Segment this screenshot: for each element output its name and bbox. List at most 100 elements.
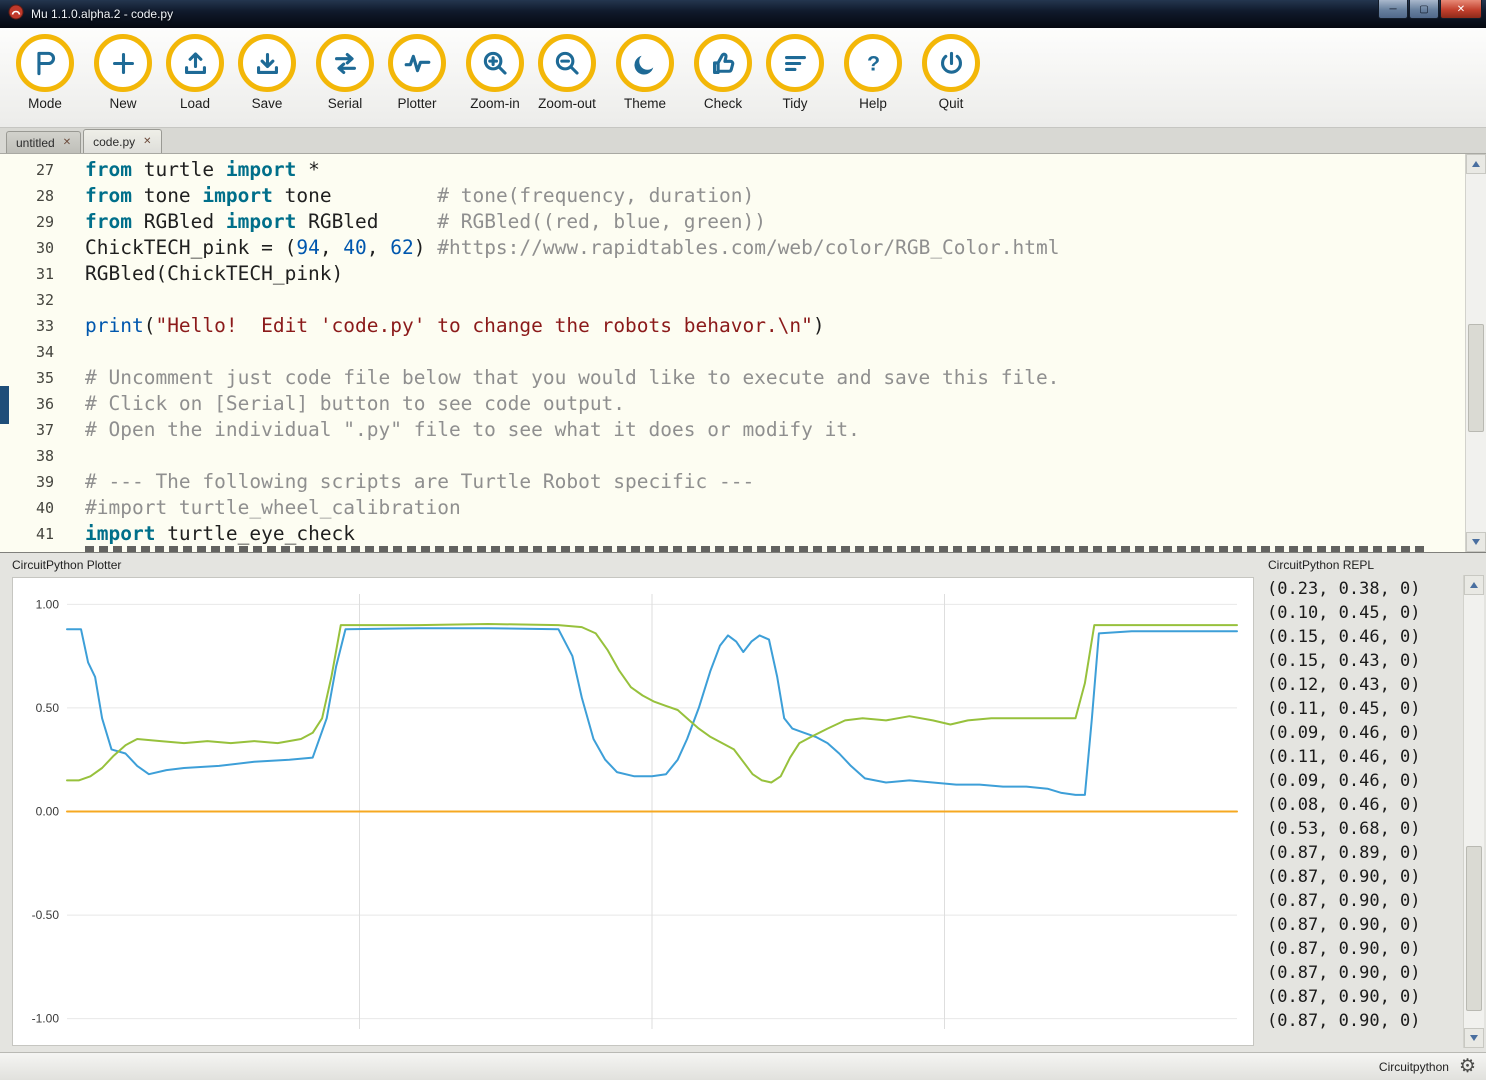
save-button[interactable]: Save xyxy=(234,34,300,111)
titlebar[interactable]: Mu 1.1.0.alpha.2 - code.py ─ ▢ ✕ xyxy=(0,0,1486,28)
code-line[interactable]: 40 #import turtle_wheel_calibration xyxy=(0,495,1486,521)
plotter-icon xyxy=(388,34,446,92)
code-line[interactable]: 31 RGBled(ChickTECH_pink) xyxy=(0,261,1486,287)
repl-scroll-down-button[interactable] xyxy=(1464,1028,1484,1048)
line-number: 38 xyxy=(35,447,54,465)
scroll-down-icon xyxy=(1472,539,1480,545)
zoom-in-button[interactable]: Zoom-in xyxy=(462,34,528,111)
line-number: 34 xyxy=(35,343,54,361)
repl-output-line: (0.11, 0.45, 0) xyxy=(1267,699,1421,719)
editor-scroll-up-button[interactable] xyxy=(1466,154,1486,174)
serial-button[interactable]: Serial xyxy=(312,34,378,111)
svg-text:0.50: 0.50 xyxy=(36,701,60,715)
zoom-out-button[interactable]: Zoom-out xyxy=(534,34,600,111)
repl-scrollbar[interactable] xyxy=(1463,575,1484,1048)
code-line[interactable]: 36 # Click on [Serial] button to see code… xyxy=(0,391,1486,417)
toolbar-button-label: Serial xyxy=(327,96,363,111)
repl-scroll-up-button[interactable] xyxy=(1464,575,1484,595)
editor-scrollbar[interactable] xyxy=(1465,154,1486,552)
toolbar: Mode New Load Save Serial Plotter Zoom-in Zoom-… xyxy=(0,28,1486,128)
close-button[interactable]: ✕ xyxy=(1440,0,1482,19)
code-line[interactable]: 34 xyxy=(0,339,1486,365)
theme-button[interactable]: Theme xyxy=(612,34,678,111)
scroll-down-icon xyxy=(1470,1035,1478,1041)
save-icon xyxy=(238,34,296,92)
help-button[interactable]: ? Help xyxy=(840,34,906,111)
line-number: 28 xyxy=(35,187,54,205)
scroll-up-icon xyxy=(1470,582,1478,588)
tab-code-py[interactable]: code.py ✕ xyxy=(83,129,162,153)
toolbar-button-label: New xyxy=(109,96,137,111)
repl-output-line: (0.10, 0.45, 0) xyxy=(1267,603,1421,623)
plotter-chart-svg: 1.00 0.50 0.00 -0.50 -1.00 xyxy=(32,594,1238,1029)
repl-output-line: (0.87, 0.90, 0) xyxy=(1267,987,1421,1007)
tidy-icon xyxy=(766,34,824,92)
check-button[interactable]: Check xyxy=(690,34,756,111)
load-button[interactable]: Load xyxy=(162,34,228,111)
editor-scroll-track[interactable] xyxy=(1466,174,1486,532)
toolbar-button-label: Check xyxy=(703,96,743,111)
zoom-out-icon xyxy=(538,34,596,92)
repl-scroll-track[interactable] xyxy=(1464,595,1484,1028)
editor-margin-marker xyxy=(0,386,9,424)
code-text: #import turtle_wheel_calibration xyxy=(85,496,461,519)
line-number: 29 xyxy=(35,213,54,231)
tab-label: code.py xyxy=(93,134,136,149)
theme-icon xyxy=(616,34,674,92)
scroll-up-icon xyxy=(1472,161,1480,167)
minimize-button[interactable]: ─ xyxy=(1378,0,1408,19)
repl-output-line: (0.09, 0.46, 0) xyxy=(1267,723,1421,743)
tab-close-icon[interactable]: ✕ xyxy=(63,137,71,148)
code-line[interactable]: 29 from RGBled import RGBled # RGBled((re… xyxy=(0,209,1486,235)
editor-scroll-down-button[interactable] xyxy=(1466,532,1486,552)
code-text: from RGBled import RGBled # RGBled((red,… xyxy=(85,210,766,233)
status-mode-label: Circuitpython xyxy=(1378,1059,1449,1074)
maximize-button[interactable]: ▢ xyxy=(1409,0,1439,19)
code-line[interactable]: 37 # Open the individual ".py" file to se… xyxy=(0,417,1486,443)
code-text: # --- The following scripts are Turtle R… xyxy=(85,470,755,493)
repl-output[interactable]: (0.23, 0.38, 0) (0.10, 0.45, 0) (0.15, 0.4… xyxy=(1260,575,1463,1048)
code-line[interactable]: 39 # --- The following scripts are Turtle… xyxy=(0,469,1486,495)
tidy-button[interactable]: Tidy xyxy=(762,34,828,111)
code-text: # Uncomment just code file below that yo… xyxy=(85,366,1060,389)
serial-icon xyxy=(316,34,374,92)
line-number: 37 xyxy=(35,421,54,439)
code-text: from turtle import * xyxy=(85,158,320,181)
clipped-next-line xyxy=(85,546,1426,552)
maximize-icon: ▢ xyxy=(1419,3,1429,15)
code-editor[interactable]: 27 from turtle import * 28 from tone import… xyxy=(0,154,1486,552)
status-bar: Circuitpython ⚙ xyxy=(0,1052,1486,1080)
code-line[interactable]: 32 xyxy=(0,287,1486,313)
help-icon: ? xyxy=(844,34,902,92)
svg-text:?: ? xyxy=(866,51,879,75)
line-number: 33 xyxy=(35,317,54,335)
mu-window: Mu 1.1.0.alpha.2 - code.py ─ ▢ ✕ Mode New… xyxy=(0,0,1486,1080)
gear-icon[interactable]: ⚙ xyxy=(1459,1057,1476,1076)
repl-output-line: (0.87, 0.90, 0) xyxy=(1267,1011,1421,1031)
toolbar-button-label: Help xyxy=(859,96,887,111)
tab-untitled[interactable]: untitled ✕ xyxy=(6,131,82,153)
code-line[interactable]: 33 print("Hello! Edit 'code.py' to change… xyxy=(0,313,1486,339)
code-line[interactable]: 27 from turtle import * xyxy=(0,157,1486,183)
code-line[interactable]: 30 ChickTECH_pink = (94, 40, 62) #https:/… xyxy=(0,235,1486,261)
repl-scroll-thumb[interactable] xyxy=(1466,846,1482,1011)
code-text: import turtle_eye_check xyxy=(85,522,356,545)
code-line[interactable]: 35 # Uncomment just code file below that … xyxy=(0,365,1486,391)
tab-close-icon[interactable]: ✕ xyxy=(143,136,151,147)
line-number: 31 xyxy=(35,265,54,283)
repl-output-line: (0.87, 0.89, 0) xyxy=(1267,843,1421,863)
code-line[interactable]: 41 import turtle_eye_check xyxy=(0,521,1486,547)
plotter-button[interactable]: Plotter xyxy=(384,34,450,111)
repl-output-line: (0.87, 0.90, 0) xyxy=(1267,891,1421,911)
line-number: 41 xyxy=(35,525,54,543)
quit-button[interactable]: Quit xyxy=(918,34,984,111)
new-button[interactable]: New xyxy=(90,34,156,111)
mode-button[interactable]: Mode xyxy=(12,34,78,111)
editor-scroll-thumb[interactable] xyxy=(1468,324,1484,432)
repl-output-line: (0.87, 0.90, 0) xyxy=(1267,939,1421,959)
minimize-icon: ─ xyxy=(1389,3,1397,15)
toolbar-button-label: Tidy xyxy=(782,96,808,111)
code-line[interactable]: 38 xyxy=(0,443,1486,469)
repl-pane: CircuitPython REPL (0.23, 0.38, 0) (0.10,… xyxy=(1260,555,1484,1048)
code-line[interactable]: 28 from tone import tone # tone(frequency… xyxy=(0,183,1486,209)
